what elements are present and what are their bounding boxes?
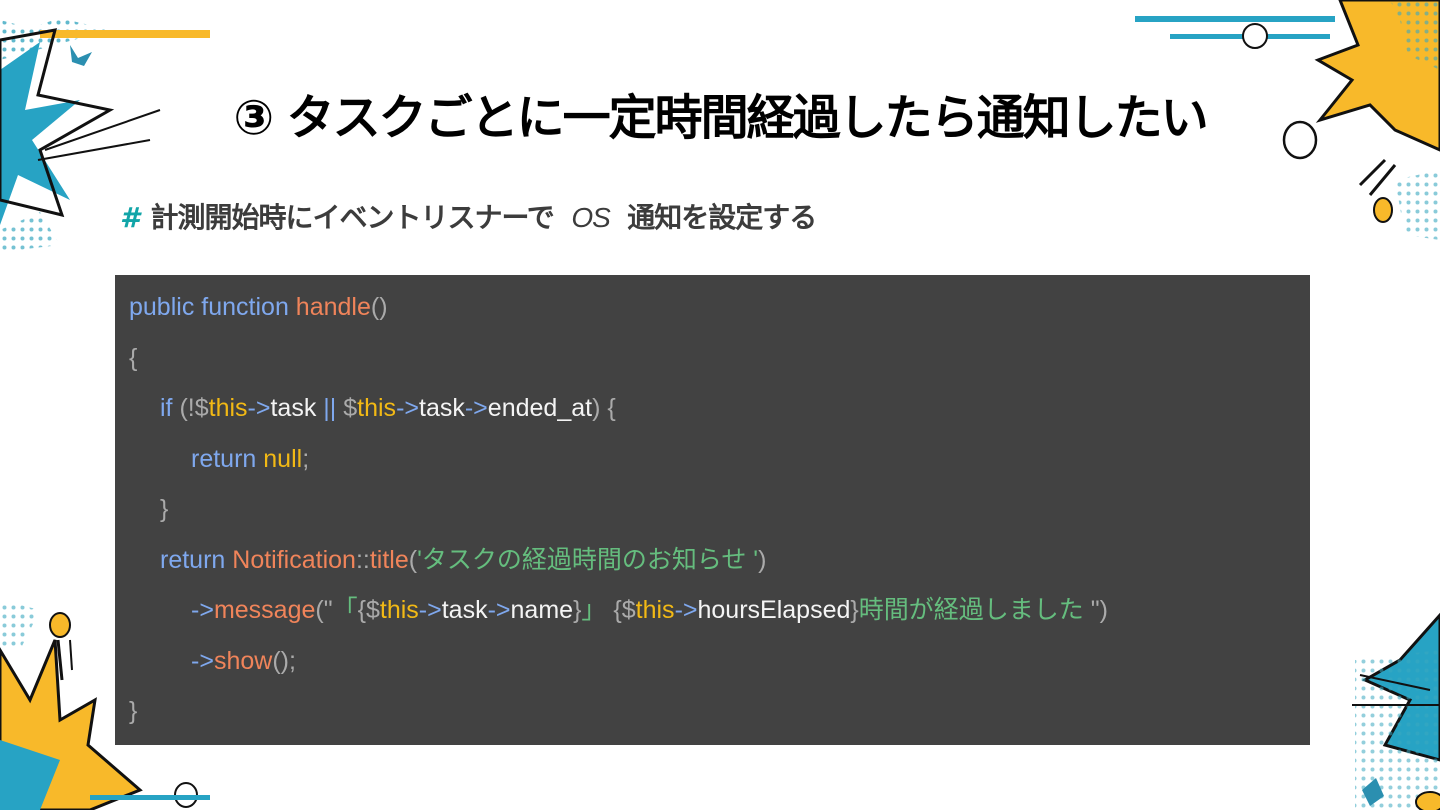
code-token: ;	[302, 444, 310, 473]
code-block: public function handle() { if (!$this->t…	[115, 275, 1310, 745]
code-token: 時間が経過しました	[858, 596, 1091, 624]
code-token: }	[850, 596, 859, 624]
code-token: {$	[357, 596, 380, 624]
code-token: return	[191, 444, 257, 473]
code-line-4: return null;	[129, 441, 1310, 492]
subtitle-text-before: 計測開始時にイベントリスナーで	[150, 201, 554, 234]
code-token: ->	[247, 394, 271, 422]
code-token: ->	[464, 394, 488, 422]
slide-subtitle: # 計測開始時にイベントリスナーで OS 通知を設定する	[120, 196, 817, 236]
code-token: (	[408, 545, 418, 574]
code-line-8: ->show();	[129, 643, 1310, 694]
code-token: message	[213, 596, 316, 624]
code-token: ()	[370, 293, 388, 321]
code-token: (!$	[179, 394, 209, 422]
slide-title: ③ タスクごとに一定時間経過したら通知したい	[233, 90, 1208, 146]
code-token: handle	[295, 293, 371, 321]
code-token: function	[201, 293, 289, 321]
code-token: {$	[613, 596, 636, 624]
code-line-2: {	[129, 340, 1310, 391]
code-token: ::	[355, 545, 370, 574]
code-token: {	[129, 343, 138, 372]
code-line-1: public function handle()	[129, 289, 1310, 340]
code-token: ->	[396, 394, 419, 422]
code-token: ->	[674, 596, 698, 624]
code-token: public	[129, 293, 195, 321]
code-token: ended_at	[487, 394, 593, 422]
code-token: ->	[191, 646, 214, 675]
code-line-5: }	[129, 491, 1310, 542]
code-token: if	[160, 394, 173, 422]
code-token: $	[343, 394, 358, 422]
code-line-7: ->message("「{$this->task->name}」 {$this-…	[129, 592, 1310, 643]
bottom-right-burst-icon	[1352, 612, 1440, 810]
code-token: task	[270, 394, 317, 422]
code-token: ) {	[592, 394, 616, 422]
code-token: title	[369, 545, 409, 574]
code-token: 'タスクの経過時間のお知らせ '	[417, 545, 759, 574]
code-token: this	[379, 596, 419, 624]
code-token: }	[160, 495, 169, 523]
code-token: ->	[418, 596, 442, 624]
code-token: null	[263, 444, 303, 473]
code-token: show	[213, 646, 273, 675]
code-token: ->	[191, 596, 214, 624]
subtitle-text-after: 通知を設定する	[627, 201, 817, 234]
code-token: Notification	[232, 545, 356, 574]
code-token: ->	[487, 596, 511, 624]
code-token: 」	[581, 596, 607, 624]
code-token: }	[129, 697, 138, 725]
code-token: this	[635, 596, 675, 624]
subtitle-os: OS	[571, 202, 610, 233]
code-token: )	[758, 545, 767, 574]
code-token: task	[441, 596, 488, 624]
code-token: ("	[315, 596, 333, 624]
code-token: 「	[332, 596, 358, 624]
code-token: ")	[1090, 596, 1108, 624]
code-line-9: }	[129, 693, 1310, 744]
code-line-3: if (!$this->task || $this->task->ended_a…	[129, 390, 1310, 441]
code-token: name	[510, 596, 574, 624]
hash-mark: #	[120, 201, 140, 234]
code-token: return	[160, 545, 226, 574]
code-token: ();	[272, 646, 296, 675]
code-line-6: return Notification::title('タスクの経過時間のお知ら…	[129, 542, 1310, 593]
code-token: task	[419, 394, 465, 422]
code-token: this	[357, 394, 397, 422]
code-token: this	[208, 394, 248, 422]
code-token: hoursElapsed	[697, 596, 851, 624]
code-token: ||	[323, 394, 337, 422]
